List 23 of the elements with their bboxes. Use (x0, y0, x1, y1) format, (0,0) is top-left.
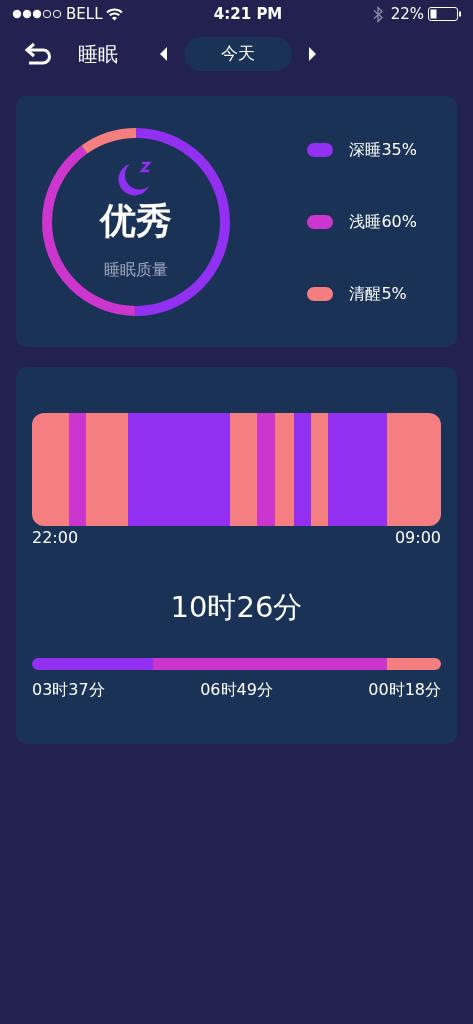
carrier-name: BELL (66, 3, 103, 25)
legend-label: 清醒5% (349, 282, 407, 305)
duration-label: 03时37分 (32, 678, 105, 701)
legend-label: 浅睡60% (349, 210, 417, 233)
page-title: 睡眠 (78, 41, 118, 68)
date-selector[interactable]: 今天 (184, 37, 292, 71)
quality-label: 睡眠质量 (104, 259, 168, 282)
battery-icon (428, 7, 461, 21)
legend-label: 深睡35% (349, 138, 417, 161)
signal-icon (12, 9, 62, 19)
battery-percent: 22% (390, 3, 424, 25)
duration-label: 00时18分 (368, 678, 441, 701)
start-time: 22:00 (32, 527, 79, 549)
bluetooth-icon (372, 5, 383, 23)
previous-icon[interactable] (160, 47, 168, 61)
back-icon[interactable] (24, 42, 54, 66)
quality-rating: 优秀 (100, 198, 172, 243)
end-time: 09:00 (394, 527, 441, 549)
clock-time: 4:21 PM (213, 3, 283, 25)
duration-label: 06时49分 (200, 678, 273, 701)
next-icon[interactable] (308, 47, 316, 61)
wifi-icon (106, 7, 124, 21)
total-duration: 10时26分 (170, 589, 303, 626)
